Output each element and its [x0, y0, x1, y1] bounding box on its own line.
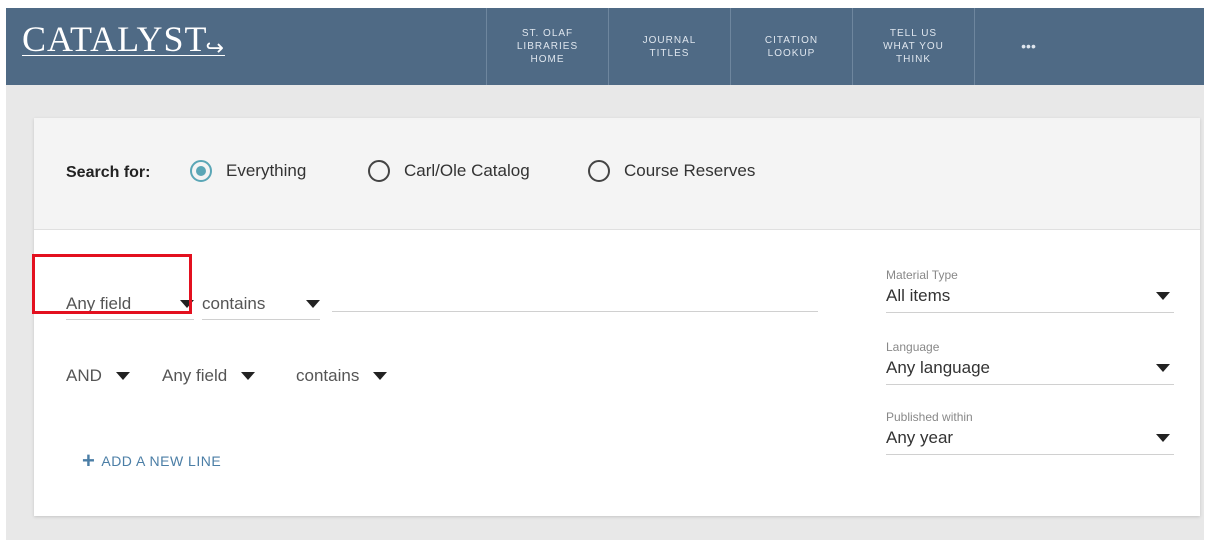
facet-title: Published within	[886, 410, 973, 424]
radio-unchecked-icon	[588, 160, 610, 182]
nav-feedback[interactable]: TELL US WHAT YOU THINK	[852, 8, 974, 85]
radio-unchecked-icon	[368, 160, 390, 182]
radio-checked-icon	[190, 160, 212, 182]
facet-title: Language	[886, 340, 940, 354]
dropdown-caret-icon	[1156, 364, 1170, 372]
scope-label: Everything	[226, 161, 307, 180]
material-type-filter[interactable]: Material Type All items	[886, 268, 1174, 313]
dropdown-caret-icon	[115, 372, 130, 380]
published-within-filter[interactable]: Published within Any year	[886, 410, 1174, 455]
scope-label: Course Reserves	[624, 161, 756, 180]
scope-course-reserves-radio[interactable]: Course Reserves	[588, 160, 755, 182]
language-filter[interactable]: Language Any language	[886, 340, 1174, 385]
line1-operator-select[interactable]: contains	[202, 288, 320, 320]
dropdown-caret-icon	[1156, 292, 1170, 300]
select-value: contains	[202, 293, 266, 313]
dropdown-caret-icon	[241, 372, 256, 380]
nav-more-icon[interactable]: •••	[974, 8, 1082, 85]
facet-value: Any year	[886, 428, 954, 447]
dropdown-caret-icon	[373, 372, 388, 380]
facet-value: Any language	[886, 358, 990, 377]
logo-arrow-icon: ↪	[205, 35, 225, 60]
facet-select[interactable]: Any year	[886, 424, 1174, 455]
nav-libraries-home[interactable]: ST. OLAF LIBRARIES HOME	[486, 8, 608, 85]
nav-citation-lookup[interactable]: CITATION LOOKUP	[730, 8, 852, 85]
facet-title: Material Type	[886, 268, 958, 282]
dropdown-caret-icon	[306, 299, 320, 308]
catalyst-logo[interactable]: CATALYST↪	[22, 18, 225, 60]
facet-select[interactable]: Any language	[886, 354, 1174, 385]
top-navigation-bar: CATALYST↪ ST. OLAF LIBRARIES HOME JOURNA…	[6, 8, 1204, 85]
select-value: Any field	[162, 366, 228, 385]
dropdown-caret-icon	[1156, 434, 1170, 442]
nav-journal-titles[interactable]: JOURNAL TITLES	[608, 8, 730, 85]
search-for-label: Search for:	[66, 164, 151, 181]
plus-icon: +	[82, 448, 96, 473]
main-nav: ST. OLAF LIBRARIES HOME JOURNAL TITLES C…	[486, 8, 1082, 85]
line2-operator-select[interactable]: contains	[296, 360, 388, 392]
search-term-input[interactable]	[332, 278, 818, 312]
select-value: AND	[66, 366, 102, 385]
line2-field-select[interactable]: Any field	[162, 360, 256, 392]
add-line-label: ADD A NEW LINE	[101, 453, 222, 469]
scope-everything-radio[interactable]: Everything	[190, 160, 306, 182]
field-select-highlight	[32, 254, 192, 314]
line2-boolean-select[interactable]: AND	[66, 360, 130, 392]
facet-value: All items	[886, 286, 951, 305]
logo-text: CATALYST	[22, 19, 208, 59]
scope-label: Carl/Ole Catalog	[404, 161, 530, 180]
facet-select[interactable]: All items	[886, 282, 1174, 313]
select-value: contains	[296, 366, 360, 385]
scope-catalog-radio[interactable]: Carl/Ole Catalog	[368, 160, 530, 182]
add-new-line-button[interactable]: + ADD A NEW LINE	[82, 448, 221, 474]
